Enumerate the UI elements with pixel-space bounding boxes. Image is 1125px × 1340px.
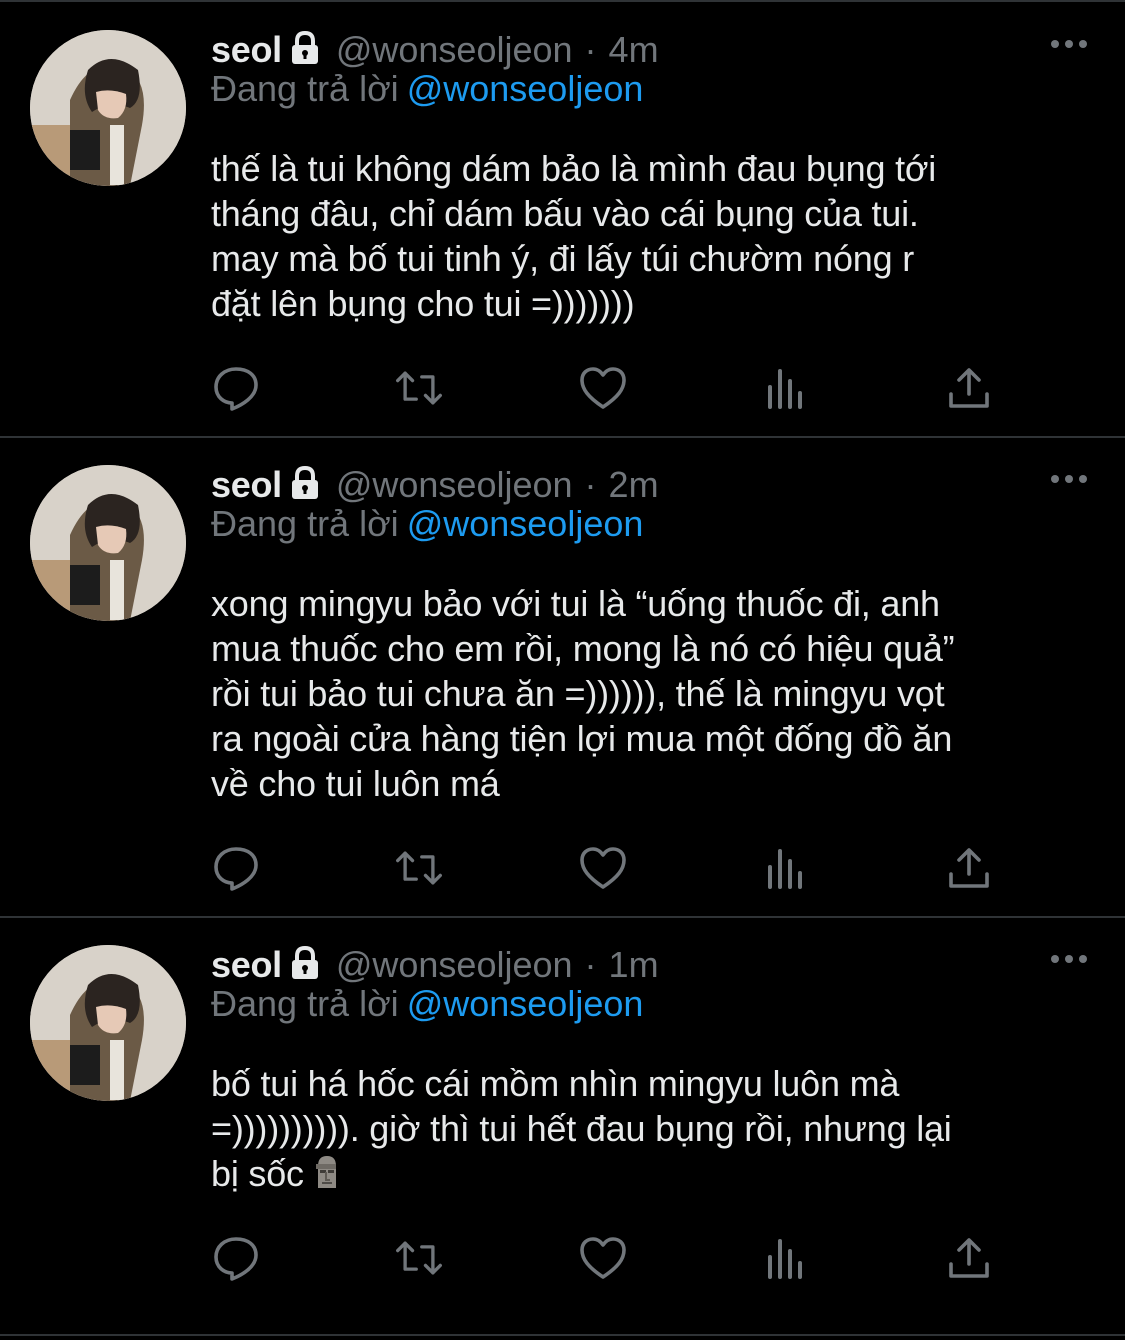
- tweet-actions: [211, 363, 1001, 413]
- lock-icon: [288, 30, 322, 66]
- avatar[interactable]: [30, 465, 186, 621]
- tweet-actions: [211, 843, 1001, 893]
- reply-context: Đang trả lời @wonseoljeon: [211, 503, 643, 545]
- like-icon[interactable]: [578, 1233, 628, 1283]
- display-name[interactable]: seol: [211, 944, 282, 986]
- tweet-text: bố tui há hốc cái mồm nhìn mingyu luôn m…: [211, 1061, 1101, 1196]
- analytics-icon[interactable]: [761, 363, 811, 413]
- analytics-icon[interactable]: [761, 843, 811, 893]
- reply-prefix: Đang trả lời: [211, 983, 399, 1024]
- reply-mention[interactable]: @wonseoljeon: [407, 503, 644, 544]
- timestamp[interactable]: 1m: [609, 944, 659, 986]
- analytics-icon[interactable]: [761, 1233, 811, 1283]
- avatar[interactable]: [30, 945, 186, 1101]
- separator: ·: [584, 944, 597, 985]
- avatar[interactable]: [30, 30, 186, 186]
- display-name[interactable]: seol: [211, 29, 282, 71]
- reply-context: Đang trả lời @wonseoljeon: [211, 983, 643, 1025]
- retweet-icon[interactable]: [394, 843, 444, 893]
- lock-icon: [288, 465, 322, 501]
- more-icon[interactable]: [1049, 469, 1089, 489]
- divider: [0, 0, 1125, 2]
- timeline: seol @wonseoljeon · 4m Đang trả lời@won: [0, 0, 1125, 1340]
- timestamp[interactable]: 2m: [609, 464, 659, 506]
- divider: [0, 436, 1125, 438]
- retweet-icon[interactable]: [394, 363, 444, 413]
- reply-context: Đang trả lời @wonseoljeon: [211, 68, 643, 110]
- handle[interactable]: @wonseoljeon: [336, 464, 573, 506]
- retweet-icon[interactable]: [394, 1233, 444, 1283]
- reply-icon[interactable]: [211, 1233, 261, 1283]
- reply-mention[interactable]: @wonseoljeon: [407, 68, 644, 109]
- timestamp[interactable]: 4m: [609, 29, 659, 71]
- handle[interactable]: @wonseoljeon: [336, 944, 573, 986]
- handle[interactable]: @wonseoljeon: [336, 29, 573, 71]
- tweet-text: thế là tui không dám bảo là mình đau bụn…: [211, 148, 937, 324]
- display-name[interactable]: seol: [211, 464, 282, 506]
- moai-emoji-icon: [312, 1154, 340, 1190]
- reply-prefix: Đang trả lời: [211, 68, 399, 109]
- more-icon[interactable]: [1049, 34, 1089, 54]
- divider: [0, 1334, 1125, 1336]
- reply-mention[interactable]: @wonseoljeon: [407, 983, 644, 1024]
- separator: ·: [584, 29, 597, 70]
- tweet-text: xong mingyu bảo với tui là “uống thuốc đ…: [211, 583, 955, 804]
- separator: ·: [584, 464, 597, 505]
- like-icon[interactable]: [578, 363, 628, 413]
- like-icon[interactable]: [578, 843, 628, 893]
- divider: [0, 916, 1125, 918]
- more-icon[interactable]: [1049, 949, 1089, 969]
- share-icon[interactable]: [944, 1233, 994, 1283]
- reply-prefix: Đang trả lời: [211, 503, 399, 544]
- lock-icon: [288, 945, 322, 981]
- reply-icon[interactable]: [211, 843, 261, 893]
- share-icon[interactable]: [944, 363, 994, 413]
- tweet-actions: [211, 1233, 1001, 1283]
- share-icon[interactable]: [944, 843, 994, 893]
- reply-icon[interactable]: [211, 363, 261, 413]
